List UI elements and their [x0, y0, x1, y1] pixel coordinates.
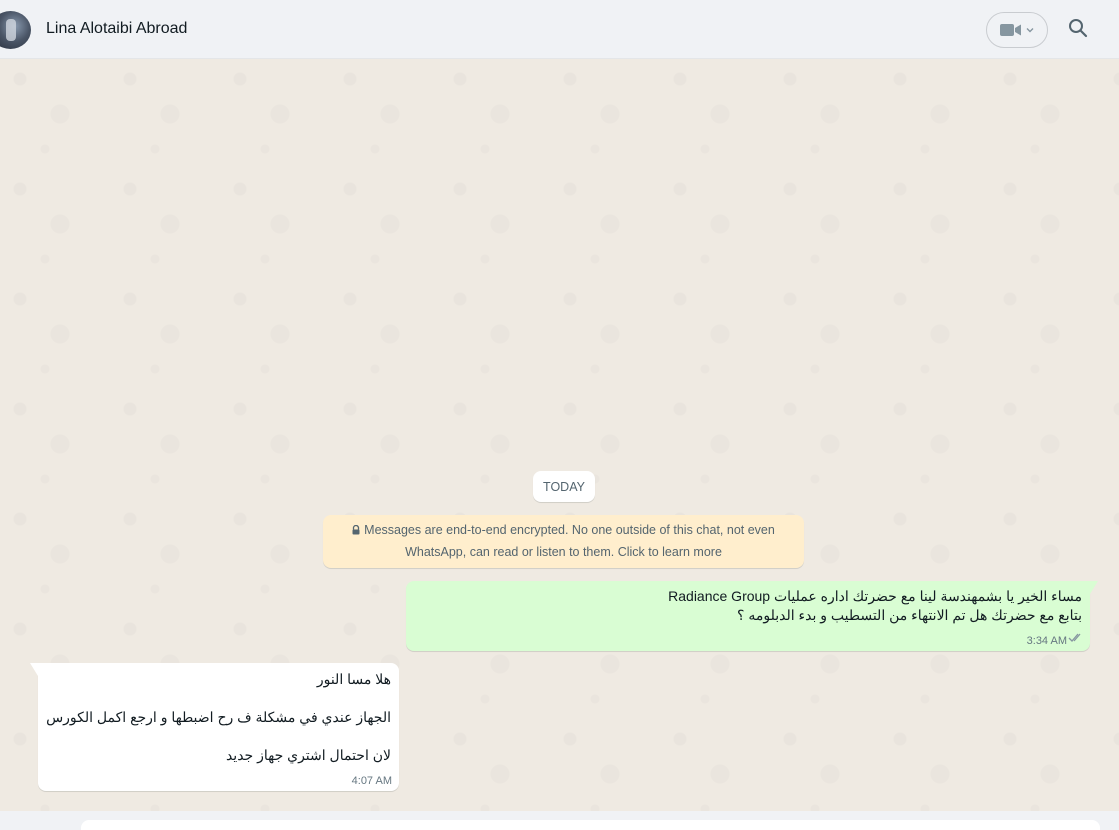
- search-icon: [1068, 18, 1088, 43]
- contact-avatar[interactable]: [0, 11, 31, 49]
- encryption-notice-line-1: Messages are end-to-end encrypted. No on…: [323, 520, 804, 542]
- encryption-notice[interactable]: Messages are end-to-end encrypted. No on…: [323, 515, 804, 568]
- chat-header: Lina Alotaibi Abroad: [0, 0, 1119, 59]
- chevron-down-icon: [1026, 27, 1034, 33]
- message-line: بتابع مع حضرتك هل تم الانتهاء من التسطيب…: [737, 607, 1082, 623]
- incoming-message[interactable]: هلا مسا النور الجهاز عندي في مشكلة ف رح …: [30, 663, 399, 791]
- date-separator: TODAY: [533, 471, 595, 502]
- video-camera-icon: [1000, 23, 1022, 37]
- contact-name[interactable]: Lina Alotaibi Abroad: [46, 20, 187, 38]
- message-time: 4:07 AM: [351, 775, 392, 787]
- lock-icon: [352, 521, 360, 542]
- message-input[interactable]: [81, 820, 1100, 830]
- message-line: الجهاز عندي في مشكلة ف رح اضبطها و ارجع …: [46, 709, 391, 725]
- outgoing-message[interactable]: مساء الخير يا بشمهندسة لينا مع حضرتك ادا…: [406, 581, 1098, 651]
- message-line: هلا مسا النور: [316, 671, 391, 687]
- encryption-notice-text-2: WhatsApp, can read or listen to them. Cl…: [405, 545, 722, 559]
- video-call-button[interactable]: [986, 12, 1048, 48]
- search-button[interactable]: [1064, 16, 1092, 44]
- double-check-icon: [1068, 630, 1084, 646]
- message-line: لان احتمال اشتري جهاز جديد: [225, 747, 391, 763]
- message-line: مساء الخير يا بشمهندسة لينا مع حضرتك ادا…: [668, 588, 1082, 604]
- encryption-notice-text-1: Messages are end-to-end encrypted. No on…: [364, 523, 775, 537]
- message-time: 3:34 AM: [1026, 635, 1067, 647]
